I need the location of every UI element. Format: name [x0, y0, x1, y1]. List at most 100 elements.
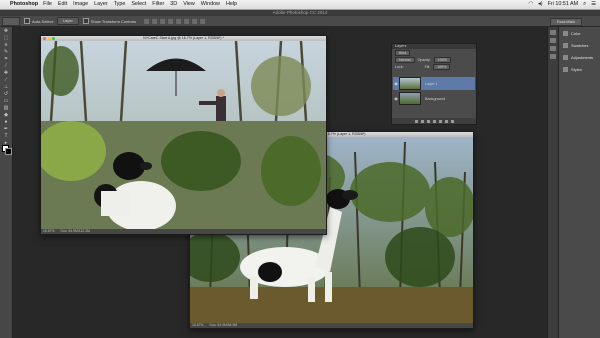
- menu-filter[interactable]: Filter: [152, 0, 164, 9]
- tools-panel: ✥ ⬚ ϭ ✎ ⌗ ⁄ ✚ ∕ ⊥ ↺ ▭ ▥ ◆ ● ✒ T ▸: [0, 27, 13, 338]
- history-panel-icon[interactable]: [550, 30, 556, 35]
- brush-tool-icon[interactable]: ∕: [2, 78, 10, 83]
- menu-select[interactable]: Select: [131, 0, 146, 9]
- align-middle-icon[interactable]: [151, 18, 157, 24]
- layers-panel: Layers Kind Normal Opacity: 100% Lock: F…: [391, 43, 477, 125]
- doc-size-2[interactable]: Doc: 54.9M/54.9M: [210, 323, 238, 328]
- lasso-tool-icon[interactable]: ϭ: [2, 43, 10, 48]
- show-transform-checkbox[interactable]: [82, 18, 89, 24]
- blend-row: Normal Opacity: 100%: [392, 56, 476, 63]
- layer-name[interactable]: Background: [425, 97, 445, 101]
- menu-type[interactable]: Type: [114, 0, 126, 9]
- menu-3d[interactable]: 3D: [170, 0, 177, 9]
- zoom-level-2[interactable]: 16.67%: [192, 323, 204, 328]
- panel-styles[interactable]: Styles: [559, 63, 600, 75]
- align-center-icon[interactable]: [175, 18, 181, 24]
- tool-preset-picker[interactable]: [2, 16, 20, 26]
- adjustment-layer-icon[interactable]: [432, 119, 436, 123]
- layer-mask-icon[interactable]: [426, 119, 430, 123]
- collapsed-panel-strip: [547, 27, 558, 338]
- window-controls: [43, 37, 55, 40]
- properties-panel-icon[interactable]: [550, 38, 556, 43]
- layer-row-layer-1[interactable]: ◉ Layer 1: [393, 77, 475, 90]
- eraser-tool-icon[interactable]: ▭: [2, 99, 10, 104]
- panel-label: Styles: [571, 66, 582, 72]
- color-panel-icon: [563, 30, 568, 36]
- marquee-tool-icon[interactable]: ⬚: [2, 36, 10, 41]
- align-bottom-icon[interactable]: [159, 18, 165, 24]
- panel-label: Color: [571, 30, 581, 36]
- styles-panel-icon: [563, 66, 568, 72]
- dodge-tool-icon[interactable]: ●: [2, 120, 10, 125]
- link-layers-icon[interactable]: [414, 119, 418, 123]
- layer-filter-dropdown[interactable]: Kind: [395, 49, 411, 56]
- zoom-level-1[interactable]: 16.67%: [43, 229, 55, 234]
- document-titlebar-1[interactable]: NYCareC Start A.jpg @ 16.7% (Layer 1, RG…: [41, 36, 326, 41]
- doc-size-1[interactable]: Doc: 54.9M/112.3M: [61, 229, 90, 234]
- menu-image[interactable]: Image: [73, 0, 88, 9]
- layer-name[interactable]: Layer 1: [425, 82, 438, 86]
- wifi-icon[interactable]: ◠: [528, 0, 533, 9]
- auto-select-label: Auto-Select:: [32, 18, 54, 24]
- document-window-1[interactable]: NYCareC Start A.jpg @ 16.7% (Layer 1, RG…: [40, 35, 327, 235]
- panel-swatches[interactable]: Swatches: [559, 39, 600, 51]
- panel-color[interactable]: Color: [559, 27, 600, 39]
- layer-style-icon[interactable]: [420, 119, 424, 123]
- background-color-swatch[interactable]: [5, 148, 12, 155]
- auto-select-checkbox[interactable]: [24, 18, 30, 24]
- workspace-switcher[interactable]: Essentials: [549, 18, 582, 26]
- character-panel-icon[interactable]: [550, 46, 556, 51]
- layer-row-background[interactable]: ◉ Background: [393, 92, 475, 105]
- notification-icon[interactable]: ☰: [591, 0, 596, 9]
- healing-tool-icon[interactable]: ✚: [2, 71, 10, 76]
- search-icon[interactable]: ⌕: [583, 0, 586, 9]
- zoom-window-icon[interactable]: [52, 37, 55, 40]
- panel-adjustments[interactable]: Adjustments: [559, 51, 600, 63]
- opacity-label: Opacity:: [417, 57, 431, 62]
- eyedropper-tool-icon[interactable]: ⁄: [2, 64, 10, 69]
- blur-tool-icon[interactable]: ◆: [2, 113, 10, 118]
- document-status-bar-1: 16.67% Doc: 54.9M/112.3M: [41, 229, 326, 234]
- align-left-icon[interactable]: [167, 18, 173, 24]
- clone-stamp-tool-icon[interactable]: ⊥: [2, 85, 10, 90]
- align-top-icon[interactable]: [143, 18, 149, 24]
- menu-window[interactable]: Window: [201, 0, 220, 9]
- new-layer-icon[interactable]: [444, 119, 448, 123]
- paragraph-panel-icon[interactable]: [550, 54, 556, 59]
- distribute-2-icon[interactable]: [199, 18, 205, 24]
- menu-help[interactable]: Help: [226, 0, 237, 9]
- swatches-panel-icon: [563, 42, 568, 48]
- auto-select-target-dropdown[interactable]: Layer: [56, 17, 79, 25]
- close-window-icon[interactable]: [43, 37, 46, 40]
- panel-label: Adjustments: [571, 54, 594, 60]
- blend-mode-dropdown[interactable]: Normal: [395, 56, 415, 63]
- align-right-icon[interactable]: [183, 18, 189, 24]
- layers-panel-footer: [392, 118, 476, 124]
- menu-app-name[interactable]: Photoshop: [10, 0, 38, 9]
- menu-file[interactable]: File: [43, 0, 52, 9]
- fill-field[interactable]: 100%: [433, 63, 451, 70]
- distribute-icon[interactable]: [191, 18, 197, 24]
- menu-layer[interactable]: Layer: [94, 0, 108, 9]
- opacity-field[interactable]: 100%: [433, 56, 451, 63]
- layer-thumbnail: [399, 92, 421, 105]
- document-canvas-1[interactable]: [41, 41, 326, 229]
- menubar-clock[interactable]: Fri 10:51 AM: [548, 0, 579, 9]
- move-tool-icon[interactable]: ✥: [2, 29, 10, 34]
- history-brush-tool-icon[interactable]: ↺: [2, 92, 10, 97]
- menubar-status-area: ◠ ◂) Fri 10:51 AM ⌕ ☰: [528, 0, 596, 9]
- volume-icon[interactable]: ◂): [538, 0, 543, 9]
- minimize-window-icon[interactable]: [47, 37, 51, 40]
- menu-view[interactable]: View: [183, 0, 195, 9]
- layers-filter-row: Kind: [392, 49, 476, 56]
- new-group-icon[interactable]: [438, 119, 442, 123]
- type-tool-icon[interactable]: T: [2, 134, 10, 139]
- menu-edit[interactable]: Edit: [58, 0, 67, 9]
- document-title-1: NYCareC Start A.jpg @ 16.7% (Layer 1, RG…: [143, 36, 224, 40]
- options-bar: Auto-Select: Layer Show Transform Contro…: [0, 16, 600, 27]
- pen-tool-icon[interactable]: ✒: [2, 127, 10, 132]
- delete-layer-icon[interactable]: [450, 119, 454, 123]
- quick-select-tool-icon[interactable]: ✎: [2, 50, 10, 55]
- gradient-tool-icon[interactable]: ▥: [2, 106, 10, 111]
- crop-tool-icon[interactable]: ⌗: [2, 57, 10, 62]
